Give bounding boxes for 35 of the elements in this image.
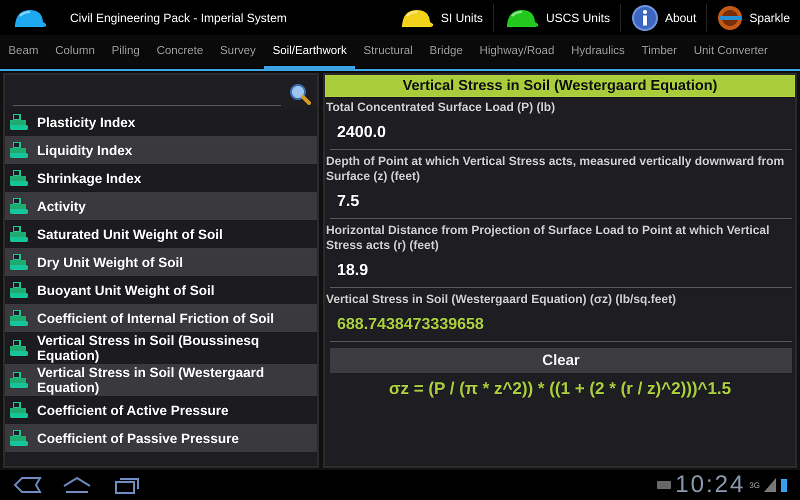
list-item[interactable]: Coefficient of Internal Friction of Soil (5, 304, 317, 332)
input-field[interactable]: 7.5 (330, 186, 792, 219)
list-item[interactable]: Liquidity Index (5, 136, 317, 164)
list-item[interactable]: Dry Unit Weight of Soil (5, 248, 317, 276)
tab[interactable]: Highway/Road (471, 35, 563, 69)
toolbar-button[interactable]: SI Units (388, 4, 493, 32)
field-label: Depth of Point at which Vertical Stress acts, measured vertically downward from Surface (z) (feet) (325, 153, 786, 185)
tab[interactable]: Timber (633, 35, 686, 69)
field-label: Horizontal Distance from Projection of Surface Load to Point at which Vertical Stress acts (r) (feet) (325, 222, 770, 254)
tab[interactable]: Column (46, 35, 104, 69)
tab[interactable]: Structural (355, 35, 422, 69)
list-item[interactable]: Coefficient of Passive Pressure (5, 424, 317, 452)
list-item[interactable]: Activity (5, 192, 317, 220)
tab[interactable]: Beam (0, 35, 47, 69)
app-title: Civil Engineering Pack - Imperial System (70, 10, 288, 24)
clear-button[interactable]: Clear (330, 348, 792, 373)
tab[interactable]: Unit Converter (685, 35, 776, 69)
calculator-title: Vertical Stress in Soil (Westergaard Equation) (325, 75, 795, 97)
field-label: Vertical Stress in Soil (Westergaard Equation) (σz) (lb/sq.feet) (325, 291, 678, 308)
field-label: Total Concentrated Surface Load (P) (lb) (325, 99, 556, 116)
input-field: 688.7438473339658 (330, 309, 792, 342)
toolbar-button[interactable]: Sparkle (706, 4, 800, 32)
formula: σz = (P / (π * z^2)) * ((1 + (2 * (r / z)^2)))^1.5 (388, 378, 732, 399)
toolbar-button[interactable]: About (620, 4, 706, 32)
input-field[interactable]: 2400.0 (330, 117, 792, 150)
network-type: 3G (749, 480, 760, 490)
tab[interactable]: Concrete (148, 35, 212, 69)
tab[interactable]: Hydraulics (562, 35, 634, 69)
toolbar-button[interactable]: USCS Units (492, 4, 620, 32)
tab[interactable]: Piling (103, 35, 148, 69)
input-field[interactable]: 18.9 (330, 255, 792, 288)
clock: 10:24 (675, 471, 746, 499)
tab[interactable]: Bridge (421, 35, 472, 69)
tab[interactable]: Survey (212, 35, 264, 69)
list-item[interactable]: Vertical Stress in Soil (Westergaard Equation) (5, 364, 317, 396)
